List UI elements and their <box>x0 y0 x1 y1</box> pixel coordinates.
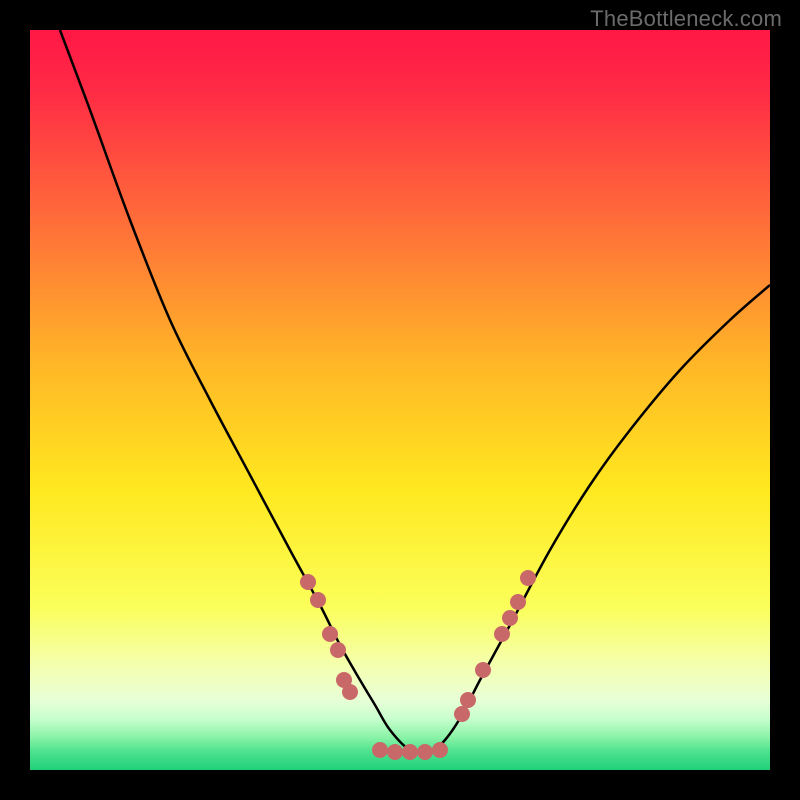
marker-point <box>494 626 510 642</box>
marker-point <box>454 706 470 722</box>
chart-frame: TheBottleneck.com <box>0 0 800 800</box>
marker-point <box>417 744 433 760</box>
plot-area <box>30 30 770 770</box>
marker-point <box>300 574 316 590</box>
marker-point <box>342 684 358 700</box>
marker-point <box>310 592 326 608</box>
marker-point <box>402 744 418 760</box>
marker-point <box>460 692 476 708</box>
marker-point <box>520 570 536 586</box>
watermark-text: TheBottleneck.com <box>590 6 782 32</box>
marker-point <box>475 662 491 678</box>
marker-point <box>432 742 448 758</box>
marker-point <box>330 642 346 658</box>
curve-layer <box>30 30 770 770</box>
bottleneck-curve <box>60 30 770 753</box>
highlight-markers <box>300 570 536 760</box>
marker-point <box>502 610 518 626</box>
marker-point <box>387 744 403 760</box>
marker-point <box>372 742 388 758</box>
marker-point <box>322 626 338 642</box>
marker-point <box>510 594 526 610</box>
